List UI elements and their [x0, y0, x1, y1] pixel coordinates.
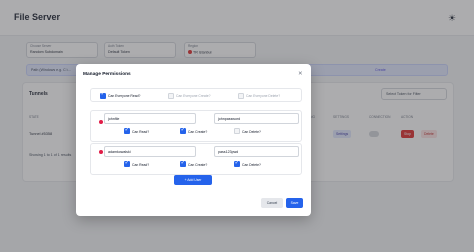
- username-input[interactable]: adamkowalski: [104, 146, 196, 157]
- can-everyone-read-label: Can Everyone Read?: [108, 94, 141, 98]
- password-input[interactable]: johnpassword: [214, 113, 299, 124]
- can-delete-label: Can Delete?: [242, 162, 261, 167]
- password-input[interactable]: pass123pwd: [214, 146, 299, 157]
- save-button[interactable]: Save: [286, 198, 303, 208]
- modal-title: Manage Permissions: [83, 72, 131, 77]
- can-read-checkbox[interactable]: [124, 127, 130, 134]
- user-permission-row: adamkowalski pass123pwd Can Read? Can Cr…: [90, 143, 302, 175]
- manage-permissions-modal: Manage Permissions ✕ Can Everyone Read? …: [76, 64, 311, 216]
- can-everyone-create-label: Can Everyone Create?: [176, 94, 211, 98]
- remove-user-icon[interactable]: [99, 150, 103, 154]
- can-create-checkbox[interactable]: [180, 160, 186, 167]
- can-create-label: Can Create?: [188, 129, 208, 134]
- can-create-label: Can Create?: [188, 162, 208, 167]
- can-everyone-create-checkbox[interactable]: [168, 92, 174, 99]
- everyone-permissions: Can Everyone Read? Can Everyone Create? …: [90, 88, 302, 102]
- cancel-button[interactable]: Cancel: [261, 198, 283, 208]
- add-user-button[interactable]: + Add User: [174, 175, 212, 185]
- can-everyone-read-checkbox[interactable]: [100, 91, 106, 99]
- user-permission-row: johnfile johnpassword Can Read? Can Crea…: [90, 110, 302, 142]
- can-read-label: Can Read?: [132, 162, 150, 167]
- can-delete-label: Can Delete?: [242, 129, 261, 134]
- can-everyone-delete-label: Can Everyone Delete?: [246, 94, 281, 98]
- can-everyone-delete-checkbox[interactable]: [238, 92, 244, 99]
- can-read-checkbox[interactable]: [124, 160, 130, 167]
- remove-user-icon[interactable]: [99, 120, 103, 124]
- close-icon[interactable]: ✕: [298, 71, 303, 77]
- can-create-checkbox[interactable]: [180, 127, 186, 134]
- username-input[interactable]: johnfile: [104, 113, 196, 124]
- can-delete-checkbox[interactable]: [234, 160, 240, 167]
- can-read-label: Can Read?: [132, 129, 150, 134]
- can-delete-checkbox[interactable]: [234, 128, 240, 134]
